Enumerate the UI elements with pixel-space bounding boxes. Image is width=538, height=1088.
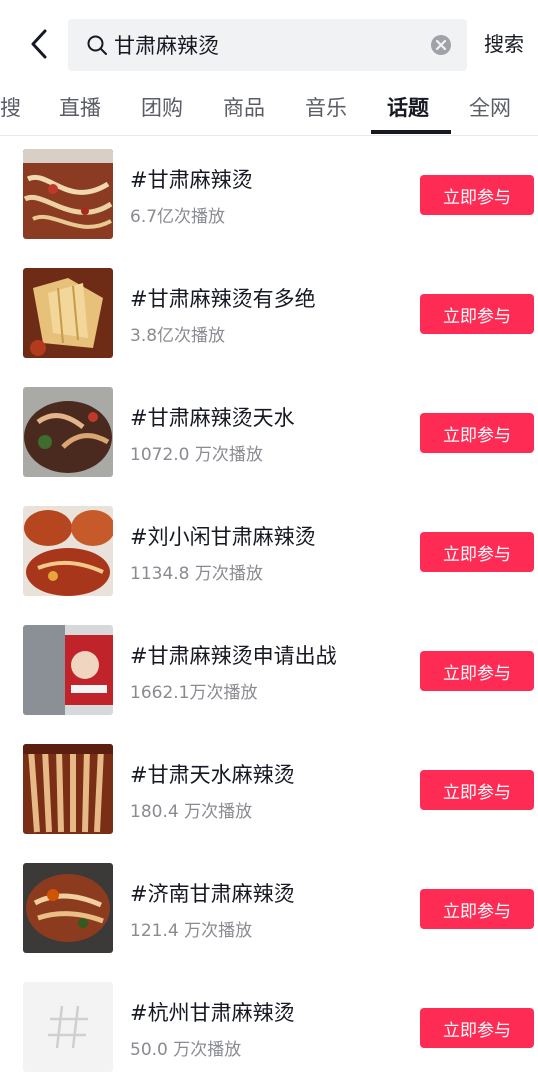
tab-products[interactable]: 商品 (223, 90, 265, 130)
topic-title: #甘肃麻辣烫天水 (130, 406, 295, 430)
list-item[interactable]: #刘小闲甘肃麻辣烫 1134.8 万次播放 立即参与 (0, 493, 538, 612)
list-item[interactable]: #杭州甘肃麻辣烫 50.0 万次播放 立即参与 (0, 969, 538, 1088)
list-item[interactable]: #甘肃麻辣烫有多绝 3.8亿次播放 立即参与 (0, 255, 538, 374)
join-button[interactable]: 立即参与 (420, 651, 534, 691)
topic-thumbnail (23, 387, 113, 477)
topic-thumbnail (23, 744, 113, 834)
list-item[interactable]: #甘肃麻辣烫天水 1072.0 万次播放 立即参与 (0, 374, 538, 493)
topic-title: #甘肃天水麻辣烫 (130, 763, 295, 787)
topic-title: #甘肃麻辣烫 (130, 168, 253, 192)
clear-icon[interactable] (430, 34, 452, 56)
tab-topics[interactable]: 话题 (387, 90, 429, 130)
topic-title: #刘小闲甘肃麻辣烫 (130, 525, 316, 549)
topic-title: #甘肃麻辣烫申请出战 (130, 644, 337, 668)
tab-group-buy[interactable]: 团购 (141, 90, 183, 130)
category-tabs: 搜 直播 团购 商品 音乐 话题 全网 (0, 84, 538, 136)
join-button[interactable]: 立即参与 (420, 413, 534, 453)
topic-thumbnail (23, 625, 113, 715)
search-icon (87, 35, 107, 55)
join-button[interactable]: 立即参与 (420, 1008, 534, 1048)
topic-views: 121.4 万次播放 (130, 921, 253, 941)
tab-live[interactable]: 直播 (59, 90, 101, 130)
search-box[interactable] (68, 19, 467, 71)
topic-views: 3.8亿次播放 (130, 326, 226, 346)
search-input[interactable] (114, 19, 414, 71)
topic-views: 1662.1万次播放 (130, 683, 258, 703)
topic-thumbnail (23, 863, 113, 953)
list-item[interactable]: #甘肃天水麻辣烫 180.4 万次播放 立即参与 (0, 731, 538, 850)
join-button[interactable]: 立即参与 (420, 889, 534, 929)
active-tab-indicator (371, 130, 451, 134)
topic-title: #甘肃麻辣烫有多绝 (130, 287, 316, 311)
chevron-left-icon (31, 29, 47, 59)
tab-music[interactable]: 音乐 (305, 90, 347, 130)
hashtag-icon (23, 982, 113, 1072)
join-button[interactable]: 立即参与 (420, 294, 534, 334)
tab-all[interactable]: 全网 (469, 90, 511, 130)
search-button[interactable]: 搜索 (484, 26, 538, 62)
top-bar: 搜索 (0, 0, 538, 88)
join-button[interactable]: 立即参与 (420, 770, 534, 810)
topic-thumbnail (23, 268, 113, 358)
topic-views: 6.7亿次播放 (130, 207, 226, 227)
topic-views: 50.0 万次播放 (130, 1040, 242, 1060)
list-item[interactable]: #甘肃麻辣烫申请出战 1662.1万次播放 立即参与 (0, 612, 538, 731)
topic-views: 1072.0 万次播放 (130, 445, 263, 465)
topic-title: #济南甘肃麻辣烫 (130, 882, 295, 906)
list-item[interactable]: #济南甘肃麻辣烫 121.4 万次播放 立即参与 (0, 850, 538, 969)
back-button[interactable] (22, 24, 56, 64)
topic-views: 180.4 万次播放 (130, 802, 253, 822)
topic-thumbnail (23, 149, 113, 239)
topic-thumbnail (23, 506, 113, 596)
tab-search[interactable]: 搜 (0, 90, 21, 130)
topic-title: #杭州甘肃麻辣烫 (130, 1001, 295, 1025)
join-button[interactable]: 立即参与 (420, 175, 534, 215)
join-button[interactable]: 立即参与 (420, 532, 534, 572)
topic-views: 1134.8 万次播放 (130, 564, 263, 584)
list-item[interactable]: #甘肃麻辣烫 6.7亿次播放 立即参与 (0, 136, 538, 255)
